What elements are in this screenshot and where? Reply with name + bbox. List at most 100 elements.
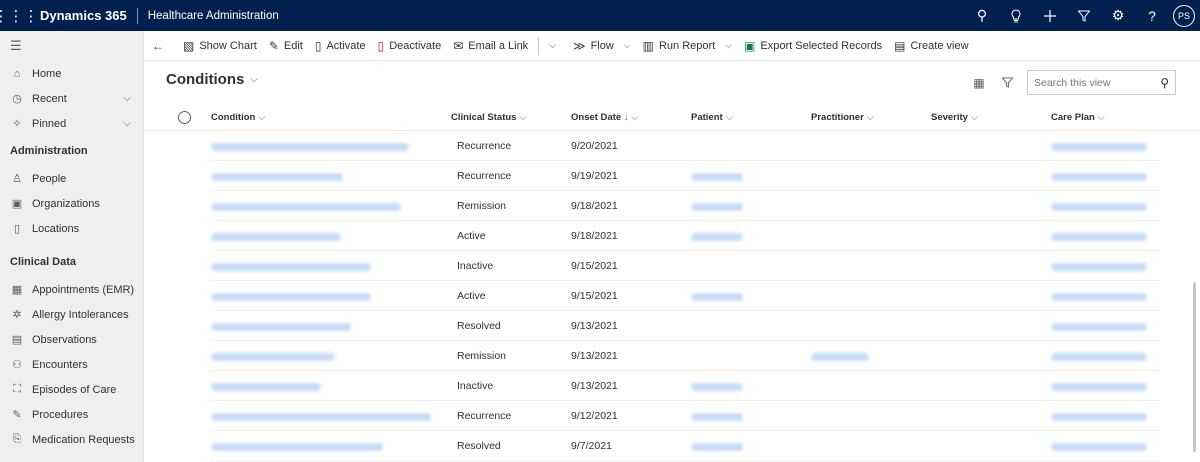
plus-icon[interactable] xyxy=(1033,0,1067,31)
care-plan-link[interactable] xyxy=(1051,412,1147,424)
top-bar: ⋮⋮⋮ Dynamics 365 Healthcare Administrati… xyxy=(0,0,1200,31)
table-row[interactable]: Recurrence 9/19/2021 xyxy=(144,161,1200,191)
run-report-button[interactable]: ▥ Run Report ⌵ xyxy=(637,31,738,61)
table-row[interactable]: Active 9/18/2021 xyxy=(144,221,1200,251)
hamburger-icon[interactable]: ☰ xyxy=(0,31,143,61)
gear-icon[interactable]: ⚙ xyxy=(1101,0,1135,31)
nav-item-procedures[interactable]: ✎ Procedures xyxy=(0,402,143,427)
column-header-practitioner[interactable]: Practitioner ⌵ xyxy=(811,112,874,123)
vertical-scrollbar[interactable] xyxy=(1193,282,1196,452)
select-all-checkbox[interactable] xyxy=(178,110,191,124)
care-plan-link[interactable] xyxy=(1051,442,1147,454)
nav-item-allergy-intolerances[interactable]: ✲ Allergy Intolerances xyxy=(0,302,143,327)
patient-link[interactable] xyxy=(691,412,743,424)
care-plan-link[interactable] xyxy=(1051,232,1147,244)
create-view-button[interactable]: ▤ Create view xyxy=(888,31,974,61)
view-selector[interactable]: Conditions ⌵ xyxy=(166,71,258,88)
back-button[interactable]: ← xyxy=(144,31,177,61)
chevron-down-icon[interactable]: ⌵ xyxy=(123,93,131,104)
column-header-patient[interactable]: Patient ⌵ xyxy=(691,112,733,123)
table-row[interactable]: Recurrence 9/12/2021 xyxy=(144,401,1200,431)
nav-item-label: Pinned xyxy=(32,117,67,130)
patient-link[interactable] xyxy=(691,172,743,184)
patient-link[interactable] xyxy=(691,232,743,244)
table-row[interactable]: Resolved 9/13/2021 xyxy=(144,311,1200,341)
table-row[interactable]: Active 9/15/2021 xyxy=(144,281,1200,311)
activate-button[interactable]: ▯ Activate xyxy=(309,31,372,61)
care-plan-link[interactable] xyxy=(1051,322,1147,334)
column-header-care-plan[interactable]: Care Plan ⌵ xyxy=(1051,112,1105,123)
location-icon: ▯ xyxy=(13,223,21,235)
table-row[interactable]: Inactive 9/15/2021 xyxy=(144,251,1200,281)
condition-link[interactable] xyxy=(211,172,343,184)
filter-icon[interactable] xyxy=(993,71,1021,95)
deactivate-button[interactable]: ▯ Deactivate xyxy=(372,31,448,61)
brand-name[interactable]: Dynamics 365 xyxy=(32,8,137,23)
flow-button[interactable]: ≫ Flow ⌵ xyxy=(567,31,637,61)
care-plan-link[interactable] xyxy=(1051,172,1147,184)
condition-link[interactable] xyxy=(211,442,383,454)
chart-icon: ▧ xyxy=(183,38,195,53)
care-plan-link[interactable] xyxy=(1051,262,1147,274)
nav-item-recent[interactable]: ◷ Recent ⌵ xyxy=(0,86,143,111)
topbar-actions: ⚲ ⚙ ? PS xyxy=(965,0,1200,31)
table-row[interactable]: Resolved 9/7/2021 xyxy=(144,431,1200,461)
search-input[interactable] xyxy=(1034,76,1161,89)
edit-columns-icon[interactable]: ▦ xyxy=(965,71,993,95)
nav-item-medication-requests[interactable]: ⎘ Medication Requests xyxy=(0,427,143,452)
episode-icon: ⛶ xyxy=(13,383,21,395)
care-plan-link[interactable] xyxy=(1051,142,1147,154)
column-header-onset-date[interactable]: Onset Date ↓ ⌵ xyxy=(571,112,638,123)
condition-link[interactable] xyxy=(211,322,351,334)
care-plan-link[interactable] xyxy=(1051,202,1147,214)
nav-item-people[interactable]: ♙ People xyxy=(0,166,143,191)
calendar-icon: ▦ xyxy=(11,284,23,296)
condition-link[interactable] xyxy=(211,382,321,394)
lightbulb-icon[interactable] xyxy=(999,0,1033,31)
care-plan-link[interactable] xyxy=(1051,382,1147,394)
condition-link[interactable] xyxy=(211,262,371,274)
column-header-condition[interactable]: Condition ⌵ xyxy=(211,112,265,123)
email-link-button[interactable]: ✉ Email a Link xyxy=(447,31,534,61)
show-chart-button[interactable]: ▧ Show Chart xyxy=(177,31,263,61)
filter-icon[interactable] xyxy=(1067,0,1101,31)
search-icon[interactable]: ⚲ xyxy=(965,0,999,31)
patient-link[interactable] xyxy=(691,382,743,394)
nav-item-locations[interactable]: ▯ Locations xyxy=(0,216,143,241)
condition-link[interactable] xyxy=(211,142,409,154)
table-row[interactable]: Recurrence 9/20/2021 xyxy=(144,131,1200,161)
avatar[interactable]: PS xyxy=(1173,4,1195,27)
column-header-clinical-status[interactable]: Clinical Status ⌵ xyxy=(451,112,526,123)
app-name[interactable]: Healthcare Administration xyxy=(138,10,279,22)
care-plan-link[interactable] xyxy=(1051,292,1147,304)
condition-link[interactable] xyxy=(211,352,335,364)
column-header-severity[interactable]: Severity ⌵ xyxy=(931,112,978,123)
nav-item-appointments[interactable]: ▦ Appointments (EMR) xyxy=(0,277,143,302)
nav-item-episodes-of-care[interactable]: ⛶ Episodes of Care xyxy=(0,377,143,402)
nav-item-organizations[interactable]: ▣ Organizations xyxy=(0,191,143,216)
condition-link[interactable] xyxy=(211,202,401,214)
patient-link[interactable] xyxy=(691,442,743,454)
patient-link[interactable] xyxy=(691,292,743,304)
export-selected-button[interactable]: ▣ Export Selected Records xyxy=(738,31,888,61)
nav-item-encounters[interactable]: ⚇ Encounters xyxy=(0,352,143,377)
nav-item-pinned[interactable]: ✧ Pinned ⌵ xyxy=(0,111,143,136)
patient-link[interactable] xyxy=(691,202,743,214)
chevron-down-icon[interactable]: ⌵ xyxy=(123,118,131,129)
email-link-dropdown[interactable]: ⌵ xyxy=(543,31,567,61)
table-row[interactable]: Remission 9/18/2021 xyxy=(144,191,1200,221)
search-icon[interactable]: ⚲ xyxy=(1160,76,1169,90)
search-box[interactable]: ⚲ xyxy=(1027,70,1176,95)
help-icon[interactable]: ? xyxy=(1135,0,1169,31)
care-plan-link[interactable] xyxy=(1051,352,1147,364)
condition-link[interactable] xyxy=(211,292,371,304)
table-row[interactable]: Remission 9/13/2021 xyxy=(144,341,1200,371)
nav-item-observations[interactable]: ▤ Observations xyxy=(0,327,143,352)
nav-item-home[interactable]: ⌂ Home xyxy=(0,61,143,86)
app-launcher-icon[interactable]: ⋮⋮⋮ xyxy=(0,0,39,31)
table-row[interactable]: Inactive 9/13/2021 xyxy=(144,371,1200,401)
edit-button[interactable]: ✎ Edit xyxy=(263,31,309,61)
condition-link[interactable] xyxy=(211,232,341,244)
condition-link[interactable] xyxy=(211,412,431,424)
practitioner-link[interactable] xyxy=(811,352,869,364)
